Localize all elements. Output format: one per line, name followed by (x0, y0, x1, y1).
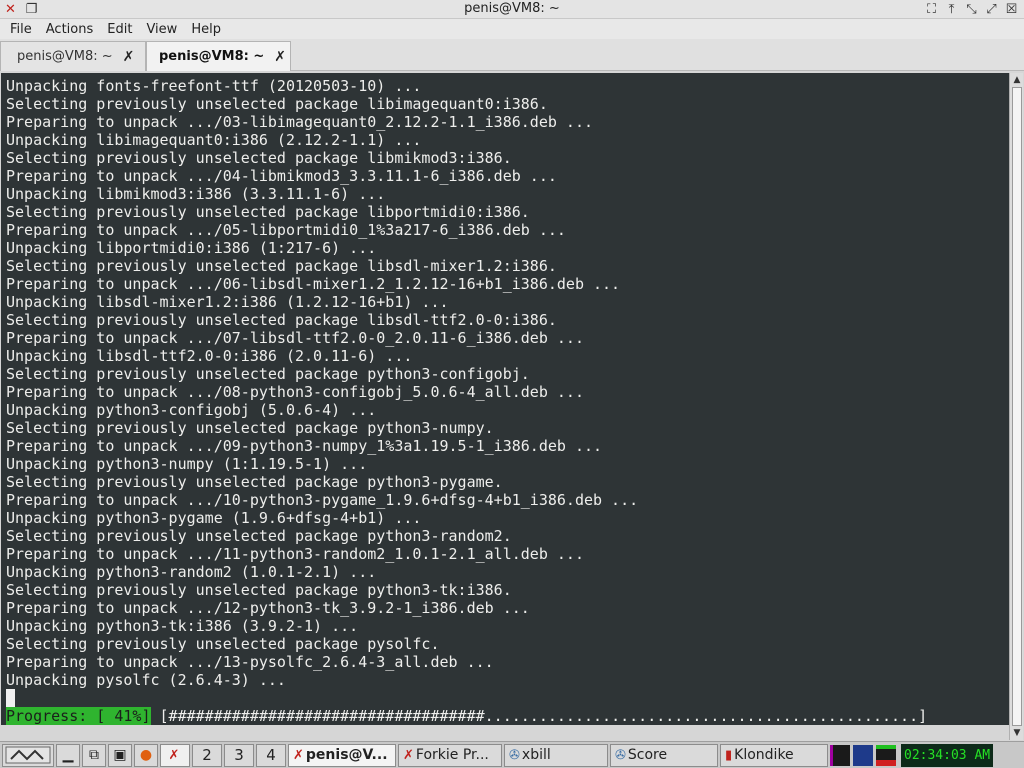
terminal-line: Preparing to unpack .../04-libmikmod3_3.… (6, 167, 557, 185)
workspace-2[interactable]: 2 (192, 743, 222, 767)
terminal-line: Preparing to unpack .../08-python3-confi… (6, 383, 584, 401)
task-label: Klondike (734, 747, 794, 763)
terminal-line: Unpacking libmikmod3:i386 (3.3.11.1-6) .… (6, 185, 386, 203)
terminal-line: Preparing to unpack .../10-python3-pygam… (6, 491, 639, 509)
terminal-line: Preparing to unpack .../06-libsdl-mixer1… (6, 275, 621, 293)
menu-file[interactable]: File (3, 22, 39, 37)
scroll-up-arrow-icon[interactable]: ▲ (1010, 73, 1024, 87)
task-label: Forkie Pr... (415, 747, 489, 763)
maximize-icon[interactable]: ⤢ (983, 1, 1000, 18)
tab-close-icon[interactable]: ✗ (274, 49, 286, 65)
menu-actions[interactable]: Actions (39, 22, 101, 37)
close-icon[interactable]: ☒ (1003, 1, 1020, 18)
menu-edit[interactable]: Edit (100, 22, 139, 37)
task-label: Score (627, 747, 668, 763)
start-logo-icon (5, 746, 51, 764)
terminal-line: Selecting previously unselected package … (6, 257, 557, 275)
terminal-line: Unpacking python3-tk:i386 (3.9.2-1) ... (6, 617, 359, 635)
clock: 02:34:03 AM (901, 743, 994, 767)
terminal-line: Preparing to unpack .../03-libimagequant… (6, 113, 593, 131)
terminal-line: Unpacking libimagequant0:i386 (2.12.2-1.… (6, 131, 422, 149)
workspace-1-icon[interactable]: ✗ (160, 743, 190, 767)
menu-help[interactable]: Help (184, 22, 228, 37)
x-icon: ✗ (403, 747, 414, 763)
terminal-line: Selecting previously unselected package … (6, 95, 548, 113)
cards-icon: ▮ (725, 747, 733, 763)
terminal-line: Selecting previously unselected package … (6, 149, 512, 167)
minimize-icon[interactable]: ⤡ (963, 1, 980, 18)
progress-label: Progress: [ 41%] (6, 707, 151, 725)
minimize-all-icon[interactable]: ▁ (56, 743, 80, 767)
terminal-line: Selecting previously unselected package … (6, 203, 530, 221)
xbill-icon: ✇ (509, 747, 520, 763)
terminal-line: Selecting previously unselected package … (6, 365, 530, 383)
task-forkie[interactable]: ✗ Forkie Pr... (398, 743, 502, 767)
terminal-line: Selecting previously unselected package … (6, 311, 557, 329)
terminal-line: Unpacking python3-pygame (1.9.6+dfsg-4+b… (6, 509, 422, 527)
workspace-3[interactable]: 3 (224, 743, 254, 767)
task-xbill[interactable]: ✇ xbill (504, 743, 608, 767)
terminal-line: Preparing to unpack .../09-python3-numpy… (6, 437, 603, 455)
terminal-line: Unpacking libportmidi0:i386 (1:217-6) ..… (6, 239, 377, 257)
terminal-line: Unpacking fonts-freefont-ttf (20120503-1… (6, 77, 422, 95)
tab-label: penis@VM8: ~ (17, 49, 113, 64)
tab-terminal-2[interactable]: penis@VM8: ~ ✗ (146, 41, 291, 71)
always-on-top-icon[interactable]: ⤒ (943, 1, 960, 18)
scroll-down-arrow-icon[interactable]: ▼ (1010, 726, 1024, 740)
tab-close-icon[interactable]: ✗ (123, 49, 135, 65)
window-list-icon[interactable]: ⧉ (82, 743, 106, 767)
window-title: penis@VM8: ~ (464, 1, 560, 16)
terminal-line: Selecting previously unselected package … (6, 473, 503, 491)
terminal-line: Selecting previously unselected package … (6, 527, 512, 545)
taskbar: ▁ ⧉ ▣ ● ✗ 2 3 4 ✗ penis@V... ✗ Forkie Pr… (0, 741, 1024, 768)
terminal-cursor (6, 689, 15, 707)
title-bar: ✕ ❐ penis@VM8: ~ ⛶ ⤒ ⤡ ⤢ ☒ (0, 0, 1024, 19)
menu-bar: File Actions Edit View Help (0, 19, 1024, 39)
menu-view[interactable]: View (139, 22, 184, 37)
terminal-line: Unpacking python3-configobj (5.0.6-4) ..… (6, 401, 377, 419)
x-terminal-icon: ✗ (293, 747, 304, 763)
progress-line: Progress: [ 41%] [######################… (6, 707, 936, 725)
fullscreen-icon[interactable]: ⛶ (923, 1, 940, 18)
terminal-lines: Unpacking fonts-freefont-ttf (20120503-1… (6, 77, 638, 689)
terminal-line: Selecting previously unselected package … (6, 635, 440, 653)
terminal-output[interactable]: Unpacking fonts-freefont-ttf (20120503-1… (1, 73, 1009, 725)
terminal-line: Preparing to unpack .../13-pysolfc_2.6.4… (6, 653, 494, 671)
network-monitor-icon (853, 744, 873, 766)
terminal-line: Unpacking python3-random2 (1.0.1-2.1) ..… (6, 563, 377, 581)
scrollbar[interactable]: ▲ ▼ (1009, 73, 1023, 740)
task-label: xbill (521, 747, 551, 763)
terminal-line: Selecting previously unselected package … (6, 581, 512, 599)
start-menu-button[interactable] (2, 743, 54, 767)
score-icon: ✇ (615, 747, 626, 763)
tab-bar: penis@VM8: ~ ✗ penis@VM8: ~ ✗ (0, 39, 1024, 71)
tab-label: penis@VM8: ~ (159, 49, 265, 64)
terminal-line: Preparing to unpack .../05-libportmidi0_… (6, 221, 566, 239)
terminal-line: Unpacking libsdl-mixer1.2:i386 (1.2.12-1… (6, 293, 449, 311)
terminal-line: Preparing to unpack .../07-libsdl-ttf2.0… (6, 329, 584, 347)
progress-bar-text: [###################################....… (150, 707, 937, 725)
task-klondike[interactable]: ▮ Klondike (720, 743, 828, 767)
firefox-launcher-icon[interactable]: ● (134, 743, 158, 767)
terminal-line: Selecting previously unselected package … (6, 419, 494, 437)
scrollbar-thumb[interactable] (1012, 87, 1022, 726)
terminal-line: Unpacking pysolfc (2.6.4-3) ... (6, 671, 286, 689)
tab-terminal-1[interactable]: penis@VM8: ~ ✗ (0, 41, 146, 71)
task-score[interactable]: ✇ Score (610, 743, 718, 767)
terminal-line: Preparing to unpack .../11-python3-rando… (6, 545, 584, 563)
task-label: penis@V... (305, 747, 388, 763)
task-terminal[interactable]: ✗ penis@V... (288, 743, 396, 767)
cpu-monitor-icon (830, 744, 850, 766)
terminal-line: Unpacking python3-numpy (1:1.19.5-1) ... (6, 455, 368, 473)
terminal-line: Unpacking libsdl-ttf2.0-0:i386 (2.0.11-6… (6, 347, 413, 365)
memory-monitor-icon (876, 744, 896, 766)
terminal-line: Preparing to unpack .../12-python3-tk_3.… (6, 599, 530, 617)
workspace-4[interactable]: 4 (256, 743, 286, 767)
terminal-launcher-icon[interactable]: ▣ (108, 743, 132, 767)
